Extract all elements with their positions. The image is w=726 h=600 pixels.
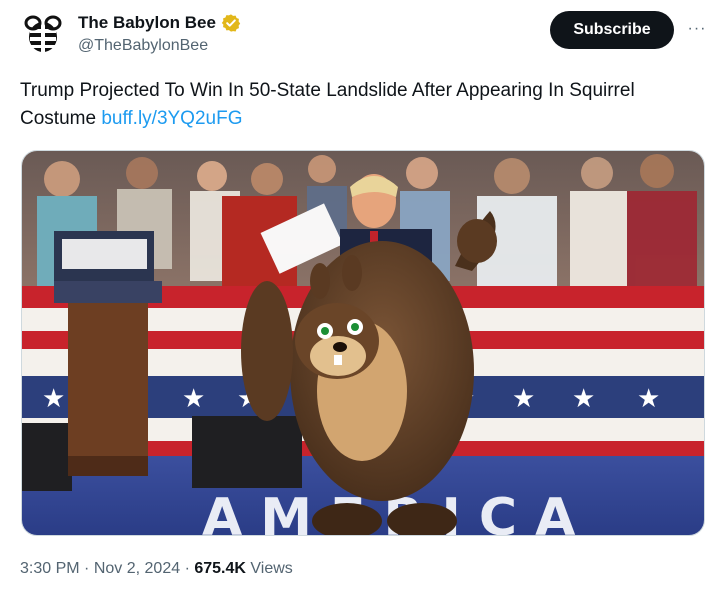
tweet-meta: 3:30 PM · Nov 2, 2024 · 675.4K Views	[20, 560, 293, 577]
svg-text:★: ★	[182, 384, 205, 414]
tweet-date[interactable]: Nov 2, 2024	[94, 560, 180, 577]
svg-text:★: ★	[637, 384, 660, 414]
podium	[54, 231, 162, 476]
tweet-header: The Babylon Bee @TheBabylonBee Subscribe…	[20, 10, 710, 62]
tweet-time[interactable]: 3:30 PM	[20, 560, 80, 577]
svg-text:★: ★	[42, 384, 65, 414]
tweet-link[interactable]: buff.ly/3YQ2uFG	[101, 108, 242, 129]
handle[interactable]: @TheBabylonBee	[78, 37, 241, 55]
tweet-card: The Babylon Bee @TheBabylonBee Subscribe…	[0, 0, 726, 600]
display-name[interactable]: The Babylon Bee	[78, 13, 216, 33]
views-label: Views	[250, 560, 293, 577]
svg-text:★: ★	[572, 384, 595, 414]
avatar[interactable]	[20, 12, 66, 58]
account-names: The Babylon Bee @TheBabylonBee	[78, 12, 241, 55]
tweet-text: Trump Projected To Win In 50-State Lands…	[20, 77, 680, 133]
subscribe-button[interactable]: Subscribe	[550, 11, 674, 49]
babylon-bee-logo-icon	[24, 15, 62, 52]
more-options-icon[interactable]: ···	[683, 18, 711, 40]
verified-badge-icon[interactable]	[221, 13, 241, 33]
tweet-media[interactable]: ★ ★ ★ ★ ★ ★ ★ AMERICA	[21, 150, 705, 536]
svg-text:★: ★	[512, 384, 535, 414]
rally-photo: ★ ★ ★ ★ ★ ★ ★ AMERICA	[22, 151, 704, 535]
views-count: 675.4K	[194, 560, 246, 577]
